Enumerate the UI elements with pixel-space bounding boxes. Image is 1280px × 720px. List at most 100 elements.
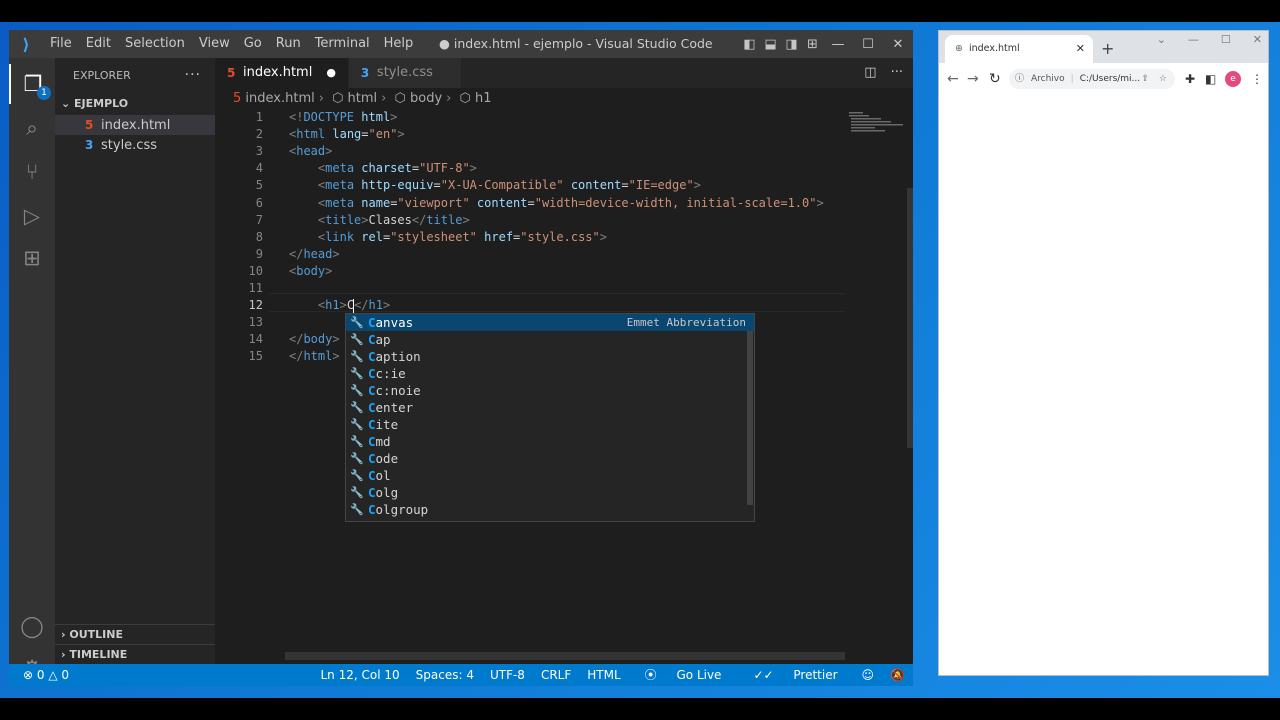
side-panel-icon[interactable]: ◧ (1205, 63, 1216, 95)
breadcrumb-item[interactable]: index.html (245, 91, 314, 106)
source-control-icon[interactable]: ⑂ (9, 152, 55, 192)
code-line[interactable]: <body> (289, 264, 332, 278)
feedback-icon[interactable]: ☺ (854, 664, 883, 686)
explorer-icon[interactable]: ❐ 1 (9, 64, 55, 104)
suggestion-item[interactable]: 🔧 Colgroup (346, 501, 754, 518)
end-of-line[interactable]: CRLF (533, 664, 579, 686)
menu-go[interactable]: Go (237, 30, 269, 58)
customize-layout-icon[interactable]: ⊞ (802, 37, 823, 52)
prettier-button[interactable]: ✓✓ Prettier (737, 664, 853, 686)
go-live-button[interactable]: ⦿ Go Live (629, 664, 738, 686)
accounts-icon[interactable]: ◯ (9, 606, 55, 646)
breadcrumb-item[interactable]: body (410, 91, 442, 106)
profile-avatar[interactable]: e (1225, 71, 1241, 87)
suggestion-item[interactable]: 🔧 Caption (346, 348, 754, 365)
extensions-icon[interactable]: ⊞ (9, 238, 55, 278)
code-line[interactable]: <html lang="en"> (289, 127, 405, 141)
encoding[interactable]: UTF-8 (482, 664, 533, 686)
suggestion-item[interactable]: 🔧 Center (346, 399, 754, 416)
code-line[interactable]: </html> (289, 349, 340, 363)
tab-style-css[interactable]: 3 style.css (348, 58, 462, 88)
problems-indicator[interactable]: ⊗ 0 △ 0 (23, 664, 69, 686)
forward-icon[interactable]: → (967, 63, 979, 95)
run-debug-icon[interactable]: ▷ (9, 196, 55, 236)
menu-view[interactable]: View (192, 30, 237, 58)
code-token: = (411, 161, 420, 176)
chrome-tab[interactable]: ⊕ index.html ✕ (945, 35, 1093, 63)
file-index-html[interactable]: 5 index.html (55, 115, 215, 135)
split-editor-icon[interactable]: ◫ (864, 65, 876, 80)
maximize-button[interactable]: ☐ (853, 37, 883, 52)
new-tab-button[interactable]: + (1101, 35, 1114, 63)
language-mode[interactable]: HTML (579, 664, 628, 686)
line-number: 9 (255, 246, 263, 261)
minimize-button[interactable]: — (1188, 33, 1199, 46)
reload-icon[interactable]: ↻ (989, 63, 1001, 95)
close-button[interactable]: ✕ (883, 37, 913, 52)
back-icon[interactable]: ← (947, 63, 959, 95)
share-icon[interactable]: ⇪ (1141, 69, 1149, 89)
suggestion-item[interactable]: 🔧 Colg (346, 484, 754, 501)
suggestion-item[interactable]: 🔧 Code (346, 450, 754, 467)
close-tab-icon[interactable]: ✕ (1076, 35, 1085, 63)
breadcrumb-item[interactable]: html (348, 91, 378, 106)
code-line[interactable]: <meta name="viewport" content="width=dev… (289, 196, 824, 210)
vertical-scrollbar[interactable] (907, 188, 913, 448)
close-button[interactable]: ✕ (1253, 33, 1262, 46)
unsaved-dot-icon[interactable]: ● (326, 58, 336, 88)
menu-edit[interactable]: Edit (79, 30, 118, 58)
code-token: link (325, 229, 355, 244)
toggle-secondary-sidebar-icon[interactable]: ◨ (781, 37, 802, 52)
tab-index-html[interactable]: 5 index.html ● (215, 58, 349, 88)
extensions-icon[interactable]: ✚ (1185, 63, 1195, 95)
file-style-css[interactable]: 3 style.css (55, 135, 215, 155)
code-line[interactable]: <h1>C</h1> (289, 298, 390, 313)
browser-viewport[interactable] (939, 95, 1268, 675)
tab-search-icon[interactable]: ⌄ (1157, 33, 1166, 46)
minimize-button[interactable]: — (823, 37, 853, 52)
suggestion-scrollbar[interactable] (747, 331, 753, 505)
minimap[interactable] (847, 110, 909, 190)
toggle-sidebar-icon[interactable]: ◧ (739, 37, 760, 52)
menu-file[interactable]: File (43, 30, 79, 58)
suggestion-item[interactable]: 🔧 Cc:ie (346, 365, 754, 382)
search-icon[interactable]: ⌕ (9, 108, 55, 148)
suggestion-item[interactable]: 🔧 Cmd (346, 433, 754, 450)
code-token: Clases (368, 212, 412, 227)
breadcrumb-item[interactable]: h1 (475, 91, 492, 106)
code-line[interactable]: <meta charset="UTF-8"> (289, 161, 477, 175)
suggestion-item[interactable]: 🔧 Canvas Emmet Abbreviation (346, 314, 754, 331)
code-line[interactable]: </body> (289, 332, 340, 346)
menu-selection[interactable]: Selection (118, 30, 192, 58)
timeline-section[interactable]: › TIMELINE (55, 644, 215, 664)
indentation[interactable]: Spaces: 4 (408, 664, 482, 686)
chrome-menu-icon[interactable]: ⋮ (1251, 63, 1263, 95)
suggestion-item[interactable]: 🔧 Col (346, 467, 754, 484)
suggestion-item[interactable]: 🔧 Cite (346, 416, 754, 433)
notifications-icon[interactable]: 🔕 (882, 664, 913, 686)
code-line[interactable]: <!DOCTYPE html> (289, 110, 397, 124)
folder-ejemplo[interactable]: ⌄ EJEMPLO (55, 93, 215, 115)
more-actions-icon[interactable]: ··· (891, 65, 903, 80)
maximize-button[interactable]: ☐ (1221, 33, 1231, 46)
outline-section[interactable]: › OUTLINE (55, 624, 215, 644)
code-line[interactable]: <head> (289, 144, 332, 158)
code-token: lang (332, 127, 362, 142)
menu-run[interactable]: Run (269, 30, 308, 58)
suggestion-item[interactable]: 🔧 Cap (346, 331, 754, 348)
code-line[interactable]: <title>Clases</title> (289, 213, 470, 227)
code-line[interactable]: <link rel="stylesheet" href="style.css"> (289, 230, 607, 244)
menu-terminal[interactable]: Terminal (308, 30, 377, 58)
bookmark-star-icon[interactable]: ☆ (1159, 69, 1167, 89)
suggestion-item[interactable]: 🔧 Cc:noie (346, 382, 754, 399)
menu-help[interactable]: Help (377, 30, 421, 58)
more-actions-icon[interactable]: ··· (185, 58, 201, 93)
horizontal-scrollbar[interactable] (285, 652, 845, 660)
toggle-panel-icon[interactable]: ⬓ (760, 37, 781, 52)
file-label: index.html (101, 118, 171, 133)
code-line[interactable]: </head> (289, 247, 340, 261)
code-line[interactable]: <meta http-equiv="X-UA-Compatible" conte… (289, 178, 701, 192)
cursor-position[interactable]: Ln 12, Col 10 (312, 664, 407, 686)
address-bar[interactable]: ⓘ Archivo | C:/Users/mi... ⇪ ☆ (1009, 69, 1175, 89)
